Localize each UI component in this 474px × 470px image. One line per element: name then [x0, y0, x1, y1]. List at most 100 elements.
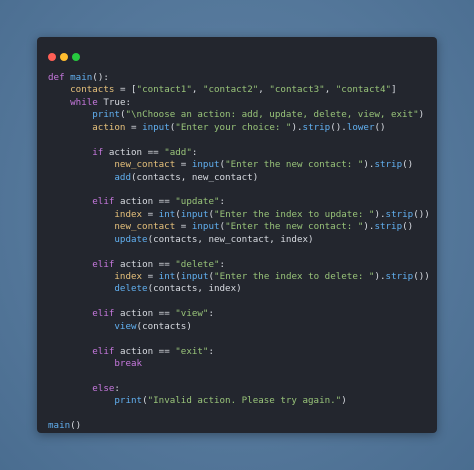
code-line: delete(contacts, index) [48, 283, 430, 295]
code-token: "Enter the index to delete: " [214, 271, 375, 282]
code-token: action == [114, 196, 176, 208]
code-token: elif [92, 258, 115, 270]
code-token: (contacts, new_contact, index) [147, 233, 314, 245]
code-token: new_contact [114, 159, 176, 171]
code-token: action == [114, 258, 176, 270]
code-token: input [180, 208, 209, 220]
code-token: view [114, 320, 137, 332]
code-line: elif action == "view": [48, 308, 430, 320]
code-token: "update" [175, 196, 220, 208]
code-line: update(contacts, new_contact, index) [48, 234, 430, 246]
code-line: add(contacts, new_contact) [48, 172, 430, 184]
code-line: else: [48, 383, 430, 395]
code-token: "contact2" [202, 84, 259, 96]
code-token: ()) [413, 271, 430, 282]
code-token: def [48, 72, 71, 83]
code-token: int [158, 208, 176, 220]
code-line: print("Invalid action. Please try again.… [48, 395, 430, 407]
code-token: contacts [70, 84, 115, 96]
code-token: strip [385, 208, 414, 220]
code-token: print [92, 109, 120, 121]
code-token: : [114, 382, 120, 394]
code-token: input [180, 271, 209, 282]
code-line: def main(): [48, 72, 430, 84]
code-line: elif action == "exit": [48, 346, 430, 358]
code-token: (contacts) [136, 320, 192, 332]
code-token: "Enter the new contact: " [225, 221, 364, 233]
code-token: "contact3" [269, 84, 325, 96]
code-token: input [142, 121, 170, 133]
code-token: = [ [114, 84, 137, 96]
code-token: main [70, 72, 93, 83]
code-line: contacts = ["contact1", "contact2", "con… [48, 84, 430, 96]
code-token: index [114, 208, 143, 220]
code-token: else [92, 382, 115, 394]
code-line: break [48, 358, 430, 370]
code-token: "contact1" [136, 84, 192, 96]
code-token: "contact4" [335, 84, 392, 96]
code-token: if [92, 146, 104, 158]
code-token: int [158, 271, 176, 282]
maximize-dot-icon[interactable] [72, 53, 80, 61]
code-token: : [208, 308, 215, 320]
code-token: strip [374, 159, 403, 171]
code-token: lower [346, 121, 375, 133]
code-line: index = int(input("Enter the index to de… [48, 271, 430, 283]
code-token: action == [114, 345, 176, 357]
code-token: True: [97, 96, 132, 108]
code-token: main [48, 420, 71, 432]
code-token: ). [363, 159, 375, 171]
code-token: () [402, 159, 414, 171]
code-token: ] [391, 84, 397, 96]
code-token: () [374, 121, 386, 133]
code-line: index = int(input("Enter the index to up… [48, 208, 429, 221]
code-line: view(contacts) [48, 321, 430, 333]
code-token: add [114, 171, 131, 183]
code-token: "exit" [175, 345, 209, 357]
code-token: input [191, 159, 220, 171]
code-token: "Enter the index to update: " [214, 208, 375, 220]
code-token: : [219, 196, 226, 208]
code-token: "view" [175, 308, 209, 320]
code-line: new_contact = input("Enter the new conta… [48, 221, 430, 233]
code-token: input [191, 221, 220, 233]
code-token: , [258, 84, 270, 96]
code-token: action [92, 121, 126, 133]
minimize-dot-icon[interactable] [60, 53, 68, 61]
close-dot-icon[interactable] [48, 53, 56, 61]
code-token: index [114, 271, 143, 282]
code-token: "\nChoose an action: add, update, delete… [125, 109, 419, 121]
code-token: "Enter your choice: " [175, 121, 292, 133]
code-token: "delete" [175, 258, 220, 270]
code-token: delete [114, 283, 148, 295]
code-line: main() [48, 420, 430, 432]
code-token: "Invalid action. Please try again." [147, 395, 342, 407]
code-token: = [175, 221, 192, 233]
code-token: : [219, 258, 226, 270]
code-token: action == [103, 146, 165, 158]
code-token: break [114, 358, 143, 370]
code-token: ). [374, 208, 386, 220]
code-token: print [114, 395, 143, 407]
code-window: def main(): contacts = ["contact1", "con… [37, 37, 437, 433]
code-token: ) [341, 395, 347, 407]
window-controls [48, 48, 84, 61]
